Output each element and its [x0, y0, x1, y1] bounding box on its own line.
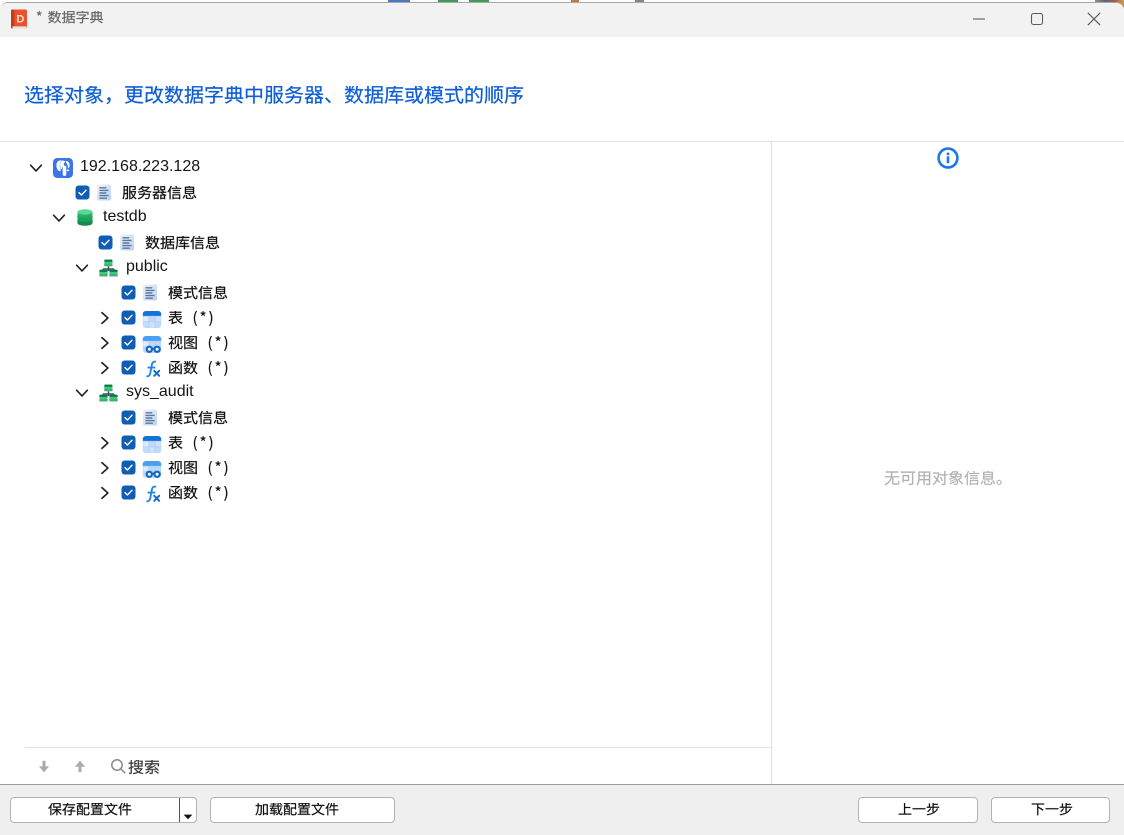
svg-text:D: D: [16, 13, 24, 25]
